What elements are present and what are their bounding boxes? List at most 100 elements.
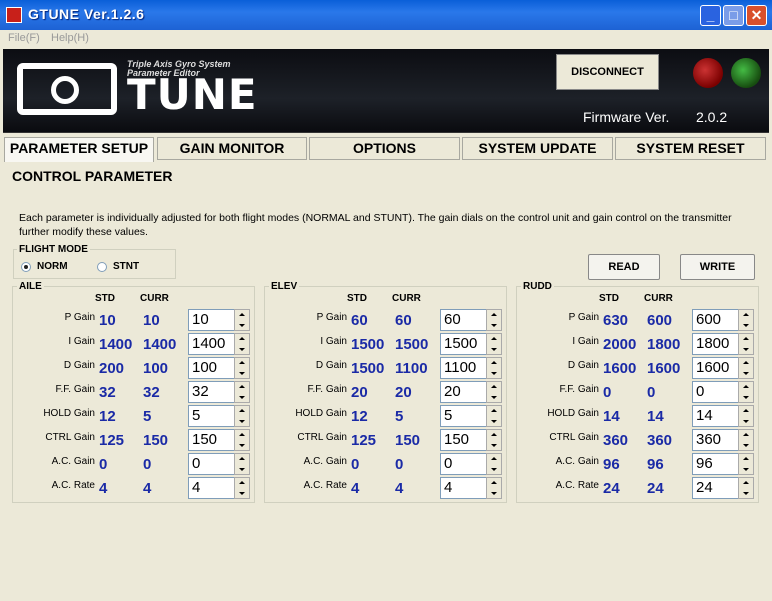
write-button[interactable]: WRITE [680,254,755,280]
logo-g-icon [17,63,117,115]
aile-value-input[interactable]: 150 [188,429,235,451]
tab-options[interactable]: OPTIONS [309,137,460,160]
rudd-curr-value: 1800 [647,336,681,353]
stnt-radio[interactable] [97,262,107,272]
spinner-arrows-icon[interactable] [234,405,250,427]
elev-std-value: 60 [351,312,368,329]
maximize-button[interactable]: □ [723,5,744,26]
aile-std-header: STD [95,293,115,304]
close-button[interactable]: ✕ [746,5,767,26]
menu-help[interactable]: Help(H) [51,32,89,44]
rudd-row-label: P Gain [568,312,599,323]
elev-curr-value: 0 [395,456,404,473]
menu-file[interactable]: File(F) [8,32,40,44]
aile-value-input[interactable]: 0 [188,453,235,475]
elev-value-input[interactable]: 1500 [440,333,487,355]
aile-value-input[interactable]: 5 [188,405,235,427]
rudd-value-input[interactable]: 96 [692,453,739,475]
spinner-arrows-icon[interactable] [738,357,754,379]
aile-curr-value: 0 [143,456,152,473]
tab-system-update[interactable]: SYSTEM UPDATE [462,137,613,160]
aile-value-input[interactable]: 100 [188,357,235,379]
aile-std-value: 12 [99,408,116,425]
rudd-legend: RUDD [521,281,554,292]
rudd-row-label: A.C. Gain [555,456,599,467]
minimize-button[interactable]: _ [700,5,721,26]
elev-value-input[interactable]: 5 [440,405,487,427]
spinner-arrows-icon[interactable] [738,477,754,499]
spinner-arrows-icon[interactable] [738,309,754,331]
rudd-value-input[interactable]: 24 [692,477,739,499]
aile-std-value: 10 [99,312,116,329]
spinner-arrows-icon[interactable] [486,429,502,451]
elev-curr-value: 20 [395,384,412,401]
spinner-arrows-icon[interactable] [738,453,754,475]
elev-value-input[interactable]: 20 [440,381,487,403]
rudd-curr-value: 14 [647,408,664,425]
spinner-arrows-icon[interactable] [234,333,250,355]
elev-value-input[interactable]: 0 [440,453,487,475]
aile-curr-value: 1400 [143,336,177,353]
spinner-arrows-icon[interactable] [234,477,250,499]
spinner-arrows-icon[interactable] [486,309,502,331]
spinner-arrows-icon[interactable] [486,477,502,499]
page-title: CONTROL PARAMETER [12,168,173,184]
elev-std-value: 4 [351,480,360,497]
firmware-label: Firmware Ver. [583,109,670,125]
spinner-arrows-icon[interactable] [234,429,250,451]
aile-value-input[interactable]: 10 [188,309,235,331]
rudd-value-input[interactable]: 360 [692,429,739,451]
aile-std-value: 200 [99,360,125,377]
spinner-arrows-icon[interactable] [738,405,754,427]
rudd-std-value: 96 [603,456,620,473]
aile-curr-value: 10 [143,312,160,329]
aile-value-input[interactable]: 4 [188,477,235,499]
rudd-row-label: A.C. Rate [555,480,599,491]
rudd-curr-header: CURR [644,293,673,304]
spinner-arrows-icon[interactable] [486,333,502,355]
elev-curr-value: 5 [395,408,404,425]
norm-radio-label[interactable]: NORM [37,261,68,272]
elev-value-input[interactable]: 1100 [440,357,487,379]
rudd-value-input[interactable]: 14 [692,405,739,427]
spinner-arrows-icon[interactable] [738,381,754,403]
aile-value-input[interactable]: 1400 [188,333,235,355]
norm-radio[interactable] [21,262,31,272]
tab-system-reset[interactable]: SYSTEM RESET [615,137,766,160]
elev-value-input[interactable]: 4 [440,477,487,499]
spinner-arrows-icon[interactable] [486,405,502,427]
rudd-curr-value: 96 [647,456,664,473]
rudd-row-label: I Gain [572,336,599,347]
aile-legend: AILE [17,281,44,292]
aile-curr-value: 4 [143,480,152,497]
spinner-arrows-icon[interactable] [738,333,754,355]
rudd-std-value: 360 [603,432,629,449]
rudd-value-input[interactable]: 1600 [692,357,739,379]
rudd-value-input[interactable]: 0 [692,381,739,403]
tab-parameter-setup[interactable]: PARAMETER SETUP [4,137,154,162]
rudd-row-label: F.F. Gain [559,384,599,395]
aile-row-label: D Gain [63,360,95,371]
disconnect-button[interactable]: DISCONNECT [556,54,659,90]
tab-gain-monitor[interactable]: GAIN MONITOR [157,137,307,160]
spinner-arrows-icon[interactable] [738,429,754,451]
spinner-arrows-icon[interactable] [234,309,250,331]
elev-row-label: I Gain [320,336,347,347]
title-bar[interactable]: GTUNE Ver.1.2.6 _ □ ✕ [0,0,772,30]
elev-value-input[interactable]: 60 [440,309,487,331]
rudd-value-input[interactable]: 600 [692,309,739,331]
spinner-arrows-icon[interactable] [234,453,250,475]
rudd-std-value: 2000 [603,336,637,353]
stnt-radio-label[interactable]: STNT [113,261,139,272]
spinner-arrows-icon[interactable] [486,381,502,403]
rudd-value-input[interactable]: 1800 [692,333,739,355]
aile-value-input[interactable]: 32 [188,381,235,403]
red-status-led-icon [693,58,723,88]
elev-value-input[interactable]: 150 [440,429,487,451]
aile-row-label: I Gain [68,336,95,347]
spinner-arrows-icon[interactable] [486,453,502,475]
spinner-arrows-icon[interactable] [234,357,250,379]
spinner-arrows-icon[interactable] [486,357,502,379]
spinner-arrows-icon[interactable] [234,381,250,403]
read-button[interactable]: READ [588,254,660,280]
